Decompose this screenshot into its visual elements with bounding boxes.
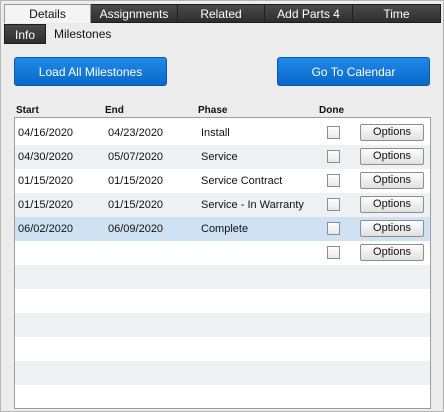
column-header-phase: Phase: [198, 105, 228, 116]
cell-end: 01/15/2020: [108, 175, 164, 187]
options-button[interactable]: Options: [360, 220, 424, 237]
cell-end: 05/07/2020: [108, 151, 164, 163]
cell-start: 04/16/2020: [18, 127, 74, 139]
tab-assignments[interactable]: Assignments: [91, 4, 178, 23]
empty-row: [15, 313, 430, 337]
load-all-milestones-button[interactable]: Load All Milestones: [14, 57, 167, 86]
tab-details[interactable]: Details: [4, 4, 91, 23]
cell-start: 01/15/2020: [18, 175, 74, 187]
cell-start: 01/15/2020: [18, 199, 74, 211]
milestones-grid: 04/16/2020 04/23/2020 Install Options 04…: [14, 117, 431, 409]
tab-time[interactable]: Time: [353, 4, 441, 23]
options-button[interactable]: Options: [360, 172, 424, 189]
options-button[interactable]: Options: [360, 196, 424, 213]
done-checkbox[interactable]: [327, 246, 340, 259]
go-to-calendar-button[interactable]: Go To Calendar: [277, 57, 430, 86]
options-button[interactable]: Options: [360, 124, 424, 141]
cell-phase: Service Contract: [201, 175, 283, 187]
column-header-done: Done: [319, 105, 344, 116]
done-checkbox[interactable]: [327, 126, 340, 139]
top-tab-bar: Details Assignments Related Add Parts 4 …: [4, 4, 441, 23]
column-header-end: End: [105, 105, 124, 116]
subtab-info[interactable]: Info: [4, 24, 47, 44]
done-checkbox[interactable]: [327, 198, 340, 211]
empty-row: [15, 337, 430, 361]
done-checkbox[interactable]: [327, 150, 340, 163]
cell-end: 06/09/2020: [108, 223, 164, 235]
cell-phase: Service - In Warranty: [201, 199, 304, 211]
cell-phase: Install: [201, 127, 230, 139]
empty-row: [15, 289, 430, 313]
subtab-milestones[interactable]: Milestones: [46, 24, 121, 44]
cell-start: 04/30/2020: [18, 151, 74, 163]
sub-tab-bar: Info Milestones: [4, 24, 121, 44]
empty-row: [15, 361, 430, 385]
table-row[interactable]: 01/15/2020 01/15/2020 Service Contract O…: [15, 169, 430, 193]
cell-phase: Service: [201, 151, 238, 163]
cell-phase: Complete: [201, 223, 249, 235]
table-row[interactable]: Options: [15, 241, 430, 265]
table-row[interactable]: 06/02/2020 06/09/2020 Complete Options: [15, 217, 430, 241]
cell-end: 04/23/2020: [108, 127, 164, 139]
milestones-panel: Details Assignments Related Add Parts 4 …: [0, 0, 444, 412]
empty-row: [15, 265, 430, 289]
cell-end: 01/15/2020: [108, 199, 164, 211]
tab-related[interactable]: Related: [178, 4, 265, 23]
empty-row: [15, 385, 430, 408]
options-button[interactable]: Options: [360, 244, 424, 261]
done-checkbox[interactable]: [327, 222, 340, 235]
table-row[interactable]: 04/30/2020 05/07/2020 Service Options: [15, 145, 430, 169]
options-button[interactable]: Options: [360, 148, 424, 165]
table-row[interactable]: 04/16/2020 04/23/2020 Install Options: [15, 121, 430, 145]
done-checkbox[interactable]: [327, 174, 340, 187]
column-header-start: Start: [16, 105, 39, 116]
cell-start: 06/02/2020: [18, 223, 74, 235]
table-row[interactable]: 01/15/2020 01/15/2020 Service - In Warra…: [15, 193, 430, 217]
tab-add-parts[interactable]: Add Parts 4: [265, 4, 353, 23]
